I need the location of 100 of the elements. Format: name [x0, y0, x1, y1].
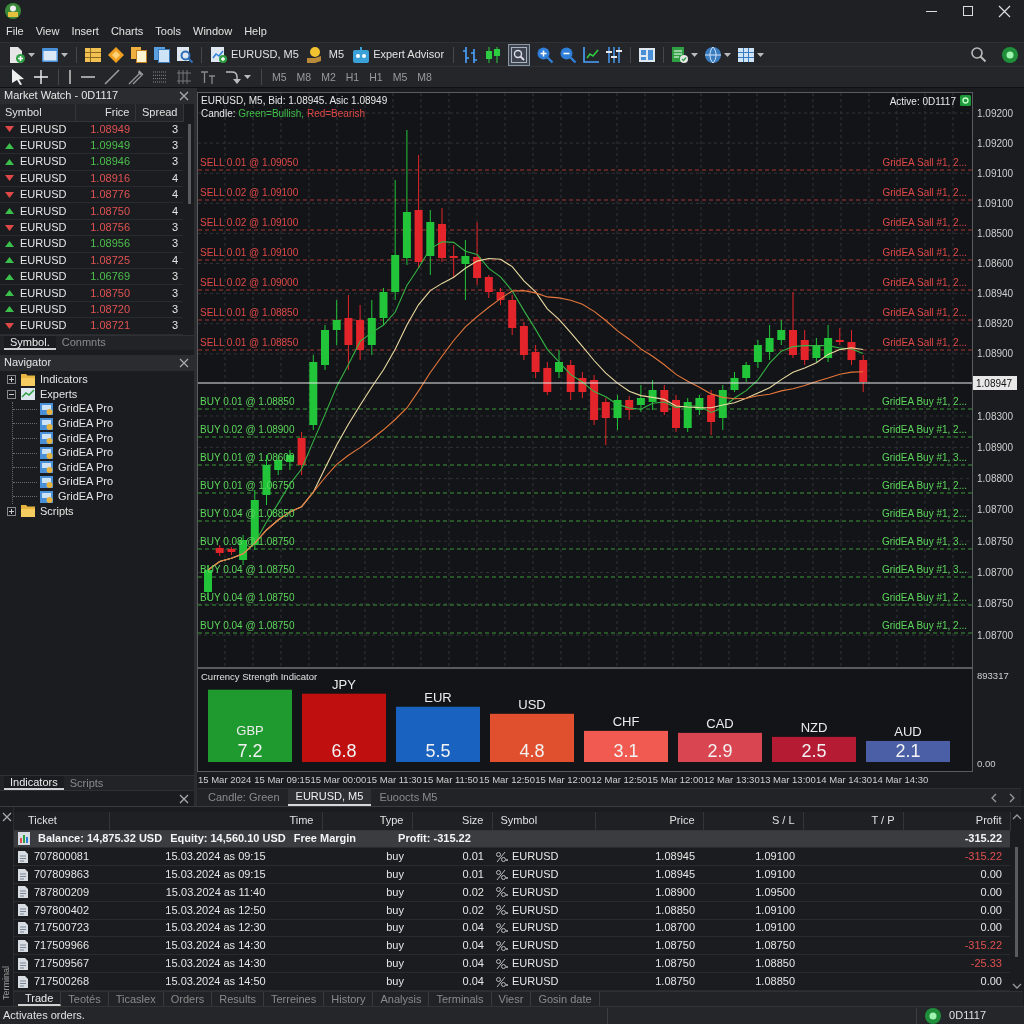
chevron-down-icon[interactable] [1012, 984, 1021, 989]
curved-arrow-icon[interactable] [225, 70, 241, 84]
minimize-icon[interactable] [926, 10, 937, 12]
caret-icon[interactable] [61, 52, 68, 57]
caret-icon[interactable] [28, 52, 35, 57]
tab[interactable]: Candle: Green [200, 789, 288, 806]
tree-item[interactable]: GridEA Pro [58, 490, 114, 504]
tab[interactable]: EURUSD, M5 [287, 789, 372, 806]
column-header[interactable]: S / L [703, 812, 803, 830]
plus-box-icon[interactable] [7, 375, 16, 385]
column-header[interactable]: T / P [803, 812, 903, 830]
menu-item[interactable]: Window [187, 22, 239, 42]
close-icon[interactable] [180, 92, 188, 100]
caret-icon[interactable] [757, 52, 765, 57]
timeframe-button[interactable]: M5 [324, 44, 349, 65]
window-icon[interactable] [42, 47, 58, 62]
column-header[interactable]: Time [109, 812, 322, 830]
close-icon[interactable] [180, 358, 188, 367]
tree-item[interactable]: Scripts [40, 504, 74, 518]
magnifier-frame-icon[interactable] [508, 43, 531, 66]
timeframe-button[interactable]: M5 [388, 67, 412, 87]
toolbar-button[interactable]: Expert Advisor [349, 44, 449, 65]
diagonal-line-icon[interactable] [105, 70, 119, 84]
column-header[interactable]: Symbol [0, 104, 75, 121]
menu-item[interactable]: Help [238, 22, 273, 42]
tree-item[interactable]: Experts [40, 387, 78, 402]
timeframe-button[interactable]: H1 [341, 67, 364, 87]
sliders-icon[interactable] [606, 46, 623, 63]
menu-item[interactable]: File [0, 22, 30, 42]
grid-icon[interactable] [738, 47, 755, 62]
tree-item[interactable]: GridEA Pro [58, 402, 114, 416]
axis-label: 0.00 [977, 758, 996, 769]
cursor-icon[interactable] [12, 69, 24, 85]
caret-icon[interactable] [244, 75, 251, 79]
status-circle-icon[interactable] [1002, 46, 1018, 63]
document-search-icon[interactable] [177, 46, 193, 63]
document-plus-icon[interactable] [9, 46, 25, 63]
tab[interactable]: Symbol. [4, 335, 56, 350]
tree-item[interactable]: GridEA Pro [58, 417, 114, 431]
timeframe-button[interactable]: M5 [268, 67, 291, 87]
timeframe-button[interactable]: M8 [292, 67, 316, 87]
tab[interactable]: Conmnts [55, 335, 112, 350]
globe-icon[interactable] [705, 46, 722, 63]
column-header[interactable]: Profit [903, 812, 1010, 830]
scrollbar-thumb[interactable] [1015, 846, 1019, 957]
timeframe-button[interactable]: M8 [413, 67, 436, 87]
column-header[interactable]: Frice [75, 104, 135, 121]
zoom-in-icon[interactable] [537, 46, 554, 63]
crosshair-icon[interactable] [34, 70, 48, 84]
tree-item[interactable]: GridEA Pro [58, 475, 114, 489]
layout-icon[interactable] [639, 47, 656, 62]
bar-chart-icon[interactable] [462, 46, 479, 63]
line-chart-icon[interactable] [583, 46, 600, 63]
zoom-out-icon[interactable] [560, 46, 577, 63]
tree-item[interactable]: Indicators [40, 373, 88, 387]
candlestick-icon[interactable] [485, 46, 502, 63]
column-header[interactable]: Price [595, 812, 703, 830]
diamond-icon[interactable] [108, 46, 124, 63]
tree-item[interactable]: GridEA Pro [58, 460, 114, 475]
tree-item[interactable]: GridEA Pro [58, 431, 114, 445]
timeframe-button[interactable]: M2 [317, 67, 340, 87]
text-tool-icon[interactable] [201, 70, 215, 84]
dotted-lines-icon[interactable] [153, 71, 167, 83]
menu-item[interactable]: Tools [149, 22, 187, 42]
plus-box-icon[interactable] [7, 506, 16, 516]
close-icon[interactable] [180, 794, 188, 803]
menu-item[interactable]: Insert [65, 22, 105, 42]
tab[interactable]: Scripts [63, 776, 110, 790]
robot-icon[interactable] [353, 46, 370, 63]
chevron-right-icon[interactable] [1010, 793, 1015, 802]
hatched-grid-icon[interactable] [177, 70, 191, 84]
caret-icon[interactable] [724, 52, 732, 57]
chevron-up-icon[interactable] [1012, 814, 1021, 819]
column-header[interactable]: Ticket [14, 812, 109, 830]
column-header[interactable]: Type [322, 812, 412, 830]
menu-item[interactable]: View [29, 22, 66, 42]
parallel-lines-icon[interactable] [129, 70, 143, 84]
caret-icon[interactable] [691, 52, 699, 57]
column-header[interactable]: Spread [135, 104, 183, 121]
documents-icon[interactable] [154, 46, 170, 63]
table-icon[interactable] [85, 47, 101, 62]
scrollbar-thumb[interactable] [187, 124, 191, 204]
minus-box-icon[interactable] [7, 389, 16, 399]
copy-icon[interactable] [131, 46, 147, 63]
chevron-left-icon[interactable] [991, 793, 996, 802]
toolbar-button[interactable]: EURUSD, M5 [207, 44, 303, 65]
tree-item[interactable]: GridEA Pro [58, 446, 114, 460]
tab[interactable]: Euoocts M5 [371, 789, 446, 806]
tab[interactable]: Indicators [4, 776, 64, 790]
document-check-icon[interactable] [672, 46, 689, 63]
maximize-icon[interactable] [963, 6, 973, 16]
search-icon[interactable] [971, 47, 986, 62]
coin-hand-icon[interactable] [306, 46, 321, 63]
close-icon[interactable] [2, 813, 11, 821]
column-header[interactable]: Size [412, 812, 492, 830]
timeframe-button[interactable]: H1 [365, 67, 387, 87]
bearish-candle [215, 544, 224, 557]
menu-item[interactable]: Charts [104, 22, 150, 42]
chart-document-icon[interactable] [211, 46, 227, 63]
column-header[interactable]: Symbol [492, 812, 595, 830]
